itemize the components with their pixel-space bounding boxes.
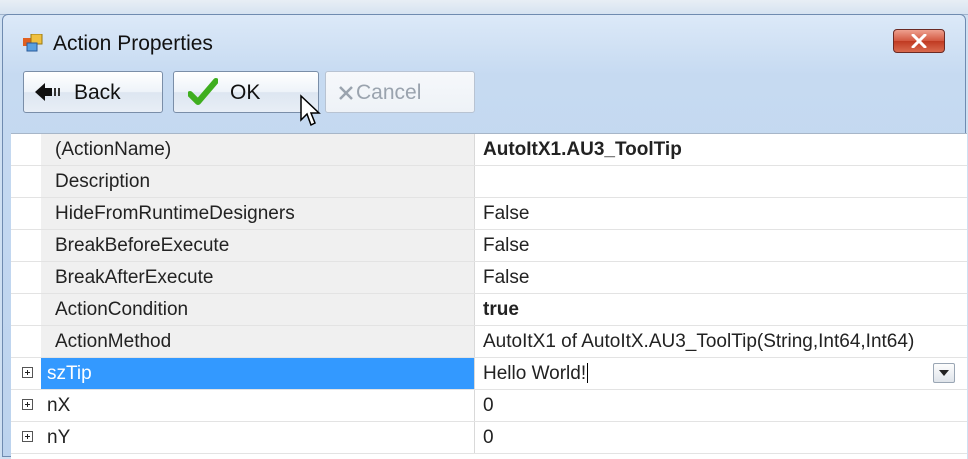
mouse-pointer-icon <box>300 94 321 127</box>
property-value[interactable]: False <box>475 198 967 229</box>
property-value-editor[interactable]: Hello World! <box>475 358 967 389</box>
row-margin <box>11 326 41 357</box>
property-value[interactable]: true <box>475 294 967 325</box>
property-name[interactable]: HideFromRuntimeDesigners <box>41 198 475 229</box>
property-name[interactable]: nX <box>41 390 475 421</box>
cancel-label: Cancel <box>356 81 422 104</box>
property-value[interactable]: False <box>475 262 967 293</box>
property-name[interactable]: (ActionName) <box>41 134 475 165</box>
property-name[interactable]: Description <box>41 166 475 197</box>
property-row-sztip: szTip Hello World! <box>11 358 967 390</box>
property-name[interactable]: ActionCondition <box>41 294 475 325</box>
property-name[interactable]: ActionMethod <box>41 326 475 357</box>
row-margin <box>11 390 41 421</box>
row-margin <box>11 358 41 389</box>
property-row-nx: nX 0 <box>11 390 967 422</box>
row-margin <box>11 422 41 453</box>
chevron-down-icon <box>939 370 949 376</box>
background-window-strip <box>0 0 968 15</box>
expand-plus-icon[interactable] <box>22 367 33 378</box>
property-value[interactable] <box>475 166 967 197</box>
row-margin <box>11 134 41 165</box>
property-row-ny: nY 0 <box>11 422 967 454</box>
app-properties-icon <box>23 33 43 52</box>
row-margin <box>11 262 41 293</box>
row-margin <box>11 230 41 261</box>
ok-button[interactable]: OK <box>173 71 319 113</box>
window-title: Action Properties <box>53 32 213 55</box>
row-margin <box>11 166 41 197</box>
checkmark-icon <box>187 78 219 112</box>
property-row-breakbeforeexecute: BreakBeforeExecute False <box>11 230 967 262</box>
property-row-hidefromruntimedesigners: HideFromRuntimeDesigners False <box>11 198 967 230</box>
expand-plus-icon[interactable] <box>22 399 33 410</box>
row-margin <box>11 198 41 229</box>
property-row-description: Description <box>11 166 967 198</box>
property-grid: (ActionName) AutoItX1.AU3_ToolTip Descri… <box>11 133 967 459</box>
text-caret <box>587 363 589 383</box>
property-row-actioncondition: ActionCondition true <box>11 294 967 326</box>
action-properties-window: Action Properties Back OK Cancel (Action… <box>2 14 967 459</box>
property-name[interactable]: BreakBeforeExecute <box>41 230 475 261</box>
property-value[interactable]: False <box>475 230 967 261</box>
property-value[interactable]: 0 <box>475 390 967 421</box>
property-name[interactable]: BreakAfterExecute <box>41 262 475 293</box>
property-row-actionmethod: ActionMethod AutoItX1 of AutoItX.AU3_Too… <box>11 326 967 358</box>
back-label: Back <box>74 81 121 104</box>
property-row-actionname: (ActionName) AutoItX1.AU3_ToolTip <box>11 134 967 166</box>
dropdown-button[interactable] <box>933 363 955 383</box>
expand-plus-icon[interactable] <box>22 431 33 442</box>
property-row-breakafterexecute: BreakAfterExecute False <box>11 262 967 294</box>
editor-text: Hello World! <box>483 363 587 384</box>
cancel-button[interactable]: Cancel <box>325 71 475 113</box>
ok-label: OK <box>230 81 261 104</box>
x-icon <box>338 83 354 107</box>
property-value[interactable]: AutoItX1 of AutoItX.AU3_ToolTip(String,I… <box>475 326 967 357</box>
back-arrow-icon <box>34 81 62 109</box>
back-button[interactable]: Back <box>23 71 163 113</box>
title-bar: Action Properties <box>3 15 965 65</box>
property-value[interactable]: AutoItX1.AU3_ToolTip <box>475 134 967 165</box>
property-name-selected[interactable]: szTip <box>41 358 475 389</box>
row-margin <box>11 294 41 325</box>
property-name[interactable]: nY <box>41 422 475 453</box>
close-button[interactable] <box>893 29 945 53</box>
close-icon <box>911 34 927 48</box>
toolbar: Back OK Cancel <box>23 71 475 113</box>
property-value[interactable]: 0 <box>475 422 967 453</box>
